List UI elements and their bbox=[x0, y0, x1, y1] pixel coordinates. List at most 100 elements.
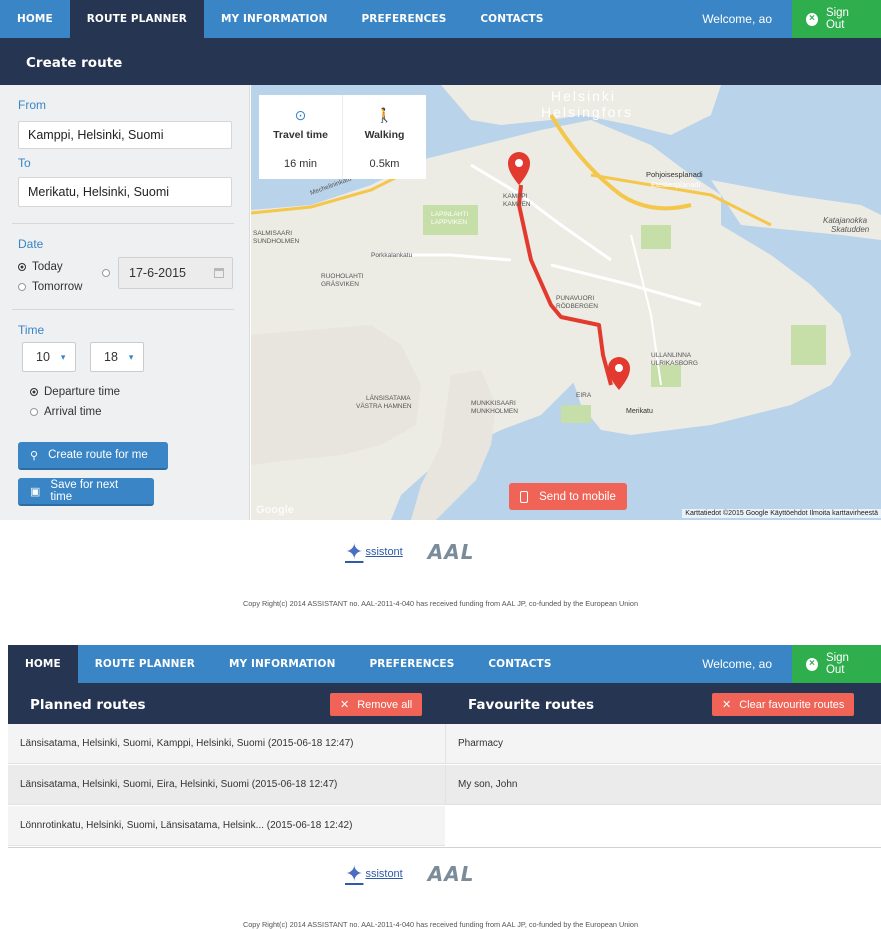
planned-route-row[interactable]: Länsisatama, Helsinki, Suomi, Kamppi, He… bbox=[8, 724, 445, 764]
travel-time-column: ⊙ Travel time 16 min bbox=[259, 95, 342, 179]
minute-value: 18 bbox=[104, 350, 118, 364]
footer-logos: ✦ ssistont AAL bbox=[345, 540, 474, 564]
copyright: Copy Right(c) 2014 ASSISTANT no. AAL-201… bbox=[242, 920, 639, 929]
travel-time-value: 16 min bbox=[283, 158, 318, 170]
radio-custom-date[interactable] bbox=[102, 269, 110, 277]
nav-preferences[interactable]: PREFERENCES bbox=[344, 0, 463, 38]
routes-header: Planned routes ✕ Remove all Favourite ro… bbox=[8, 683, 881, 724]
close-circle-icon: × bbox=[806, 657, 818, 671]
minute-select[interactable]: 18 ▾ bbox=[90, 342, 144, 372]
map-attribution[interactable]: Karttatiedot ©2015 Google Käyttöehdot Il… bbox=[682, 509, 881, 518]
map-label: VÄSTRA HAMNEN bbox=[356, 402, 412, 410]
save-icon: ▣ bbox=[30, 485, 41, 498]
copyright: Copy Right(c) 2014 ASSISTANT no. AAL-201… bbox=[242, 599, 639, 608]
nav-my-information[interactable]: MY INFORMATION bbox=[204, 0, 345, 38]
from-input[interactable]: Kamppi, Helsinki, Suomi bbox=[18, 121, 232, 149]
map-label: MUNKHOLMEN bbox=[471, 408, 518, 415]
radio-off-icon bbox=[18, 283, 26, 291]
radio-tomorrow[interactable]: Tomorrow bbox=[18, 281, 82, 293]
footer-2: ✦ ssistont AAL Copy Right(c) 2014 ASSIST… bbox=[0, 848, 881, 929]
map-label: Eteläesplanadi bbox=[651, 180, 701, 189]
date-value: 17-6-2015 bbox=[129, 266, 186, 280]
map-label: EIRA bbox=[576, 392, 592, 399]
welcome-text: Welcome, ao bbox=[702, 12, 772, 26]
to-label: To bbox=[18, 156, 31, 170]
map-label: Porkkalankatu bbox=[371, 252, 413, 259]
radio-arrival[interactable]: Arrival time bbox=[30, 406, 102, 418]
map-label: SALMISAARI bbox=[253, 230, 292, 237]
top-nav: HOME ROUTE PLANNER MY INFORMATION PREFER… bbox=[0, 0, 881, 38]
route-map[interactable]: Helsinki Helsingfors KAMPPI KAMPEN PUNAV… bbox=[251, 85, 881, 520]
nav-preferences[interactable]: PREFERENCES bbox=[352, 645, 471, 683]
aal-logo: AAL bbox=[427, 862, 475, 886]
nav-home[interactable]: HOME bbox=[0, 0, 70, 38]
search-icon: ⚲ bbox=[30, 449, 39, 462]
sign-out-label: Sign Out bbox=[825, 7, 849, 31]
nav-my-information[interactable]: MY INFORMATION bbox=[212, 645, 353, 683]
radio-tomorrow-label: Tomorrow bbox=[32, 281, 83, 293]
planned-route-row[interactable]: Lönnrotinkatu, Helsinki, Suomi, Länsisat… bbox=[8, 806, 445, 846]
chevron-down-icon: ▾ bbox=[128, 351, 134, 362]
walking-value: 0.5km bbox=[369, 158, 400, 170]
radio-on-icon bbox=[18, 263, 26, 271]
favourite-route-row[interactable]: My son, John bbox=[445, 765, 881, 805]
compass-star-icon: ✦ bbox=[345, 861, 364, 886]
sign-out-button[interactable]: × Sign Out bbox=[792, 645, 881, 683]
sign-out-label: Sign Out bbox=[825, 652, 849, 676]
aal-logo: AAL bbox=[427, 540, 475, 564]
planned-route-row[interactable]: Länsisatama, Helsinki, Suomi, Eira, Hels… bbox=[8, 765, 445, 805]
map-label: KAMPPI bbox=[503, 193, 528, 200]
remove-all-label: Remove all bbox=[357, 698, 413, 711]
send-to-mobile-label: Send to mobile bbox=[539, 490, 616, 503]
top-nav-2: HOME ROUTE PLANNER MY INFORMATION PREFER… bbox=[8, 645, 881, 683]
date-input[interactable]: 17-6-2015 bbox=[118, 257, 233, 289]
assistont-logo[interactable]: ✦ ssistont bbox=[345, 541, 403, 563]
assistont-text: ssistont bbox=[365, 868, 403, 880]
assistont-text: ssistont bbox=[365, 546, 403, 558]
to-input[interactable]: Merikatu, Helsinki, Suomi bbox=[18, 177, 232, 207]
save-route-label: Save for next time bbox=[50, 479, 119, 503]
create-route-button[interactable]: ⚲ Create route for me bbox=[18, 442, 168, 470]
travel-time-label: Travel time bbox=[273, 129, 328, 141]
assistont-logo[interactable]: ✦ ssistont bbox=[345, 863, 403, 885]
nav-contacts[interactable]: CONTACTS bbox=[463, 0, 560, 38]
favourite-route-row[interactable]: Pharmacy bbox=[445, 724, 881, 764]
clock-icon: ⊙ bbox=[294, 107, 307, 123]
sign-out-button[interactable]: × Sign Out bbox=[792, 0, 881, 38]
calendar-icon bbox=[214, 268, 224, 278]
map-label: ULRIKASBORG bbox=[651, 360, 698, 367]
compass-star-icon: ✦ bbox=[345, 539, 364, 564]
radio-arrival-label: Arrival time bbox=[44, 406, 102, 418]
walking-label: Walking bbox=[364, 129, 405, 141]
nav-contacts[interactable]: CONTACTS bbox=[471, 645, 568, 683]
map-label: Pohjoisesplanadi bbox=[646, 170, 703, 179]
page-title: Create route bbox=[26, 55, 123, 71]
radio-today[interactable]: Today bbox=[18, 261, 63, 273]
radio-off-icon bbox=[30, 408, 38, 416]
mobile-phone-icon bbox=[520, 490, 529, 503]
send-to-mobile-button[interactable]: Send to mobile bbox=[509, 483, 627, 510]
divider bbox=[12, 223, 234, 224]
map-label: RUOHOLAHTI bbox=[321, 273, 364, 280]
save-route-button[interactable]: ▣ Save for next time bbox=[18, 478, 154, 506]
hour-select[interactable]: 10 ▾ bbox=[22, 342, 76, 372]
nav-home[interactable]: HOME bbox=[8, 645, 78, 683]
map-label: PUNAVUORI bbox=[556, 295, 594, 302]
map-label: ULLANLINNA bbox=[651, 352, 692, 359]
walking-column: 🚶 Walking 0.5km bbox=[342, 95, 426, 179]
remove-all-button[interactable]: ✕ Remove all bbox=[330, 693, 423, 716]
clear-favourites-button[interactable]: ✕ Clear favourite routes bbox=[712, 693, 855, 716]
map-label: KAMPEN bbox=[503, 201, 531, 208]
favourite-routes-title: Favourite routes bbox=[468, 697, 595, 713]
radio-departure-label: Departure time bbox=[44, 386, 121, 398]
close-icon: ✕ bbox=[340, 699, 350, 711]
footer-logos: ✦ ssistont AAL bbox=[345, 862, 474, 886]
create-route-header: Create route bbox=[0, 38, 881, 85]
footer: ✦ ssistont AAL Copy Right(c) 2014 ASSIST… bbox=[0, 520, 881, 612]
welcome-text: Welcome, ao bbox=[702, 657, 772, 671]
radio-off-icon bbox=[102, 269, 110, 277]
from-label: From bbox=[18, 98, 46, 112]
nav-route-planner[interactable]: ROUTE PLANNER bbox=[69, 0, 204, 38]
nav-route-planner[interactable]: ROUTE PLANNER bbox=[78, 645, 212, 683]
radio-departure[interactable]: Departure time bbox=[30, 386, 120, 398]
